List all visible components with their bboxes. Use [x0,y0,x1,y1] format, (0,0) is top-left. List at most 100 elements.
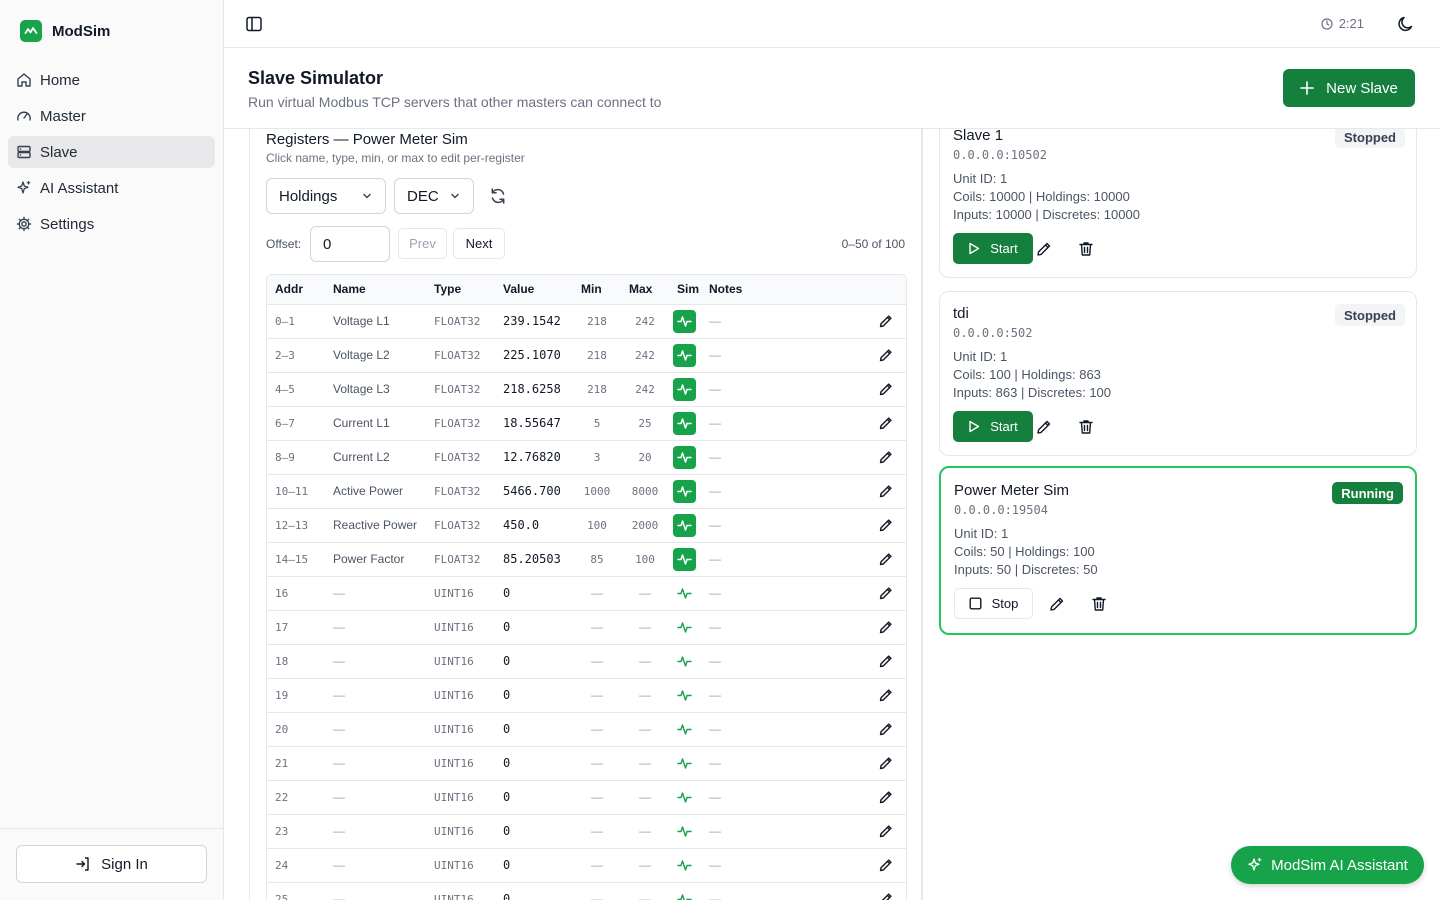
pencil-icon[interactable] [878,415,894,430]
cell-min[interactable]: — [573,711,621,746]
cell-min[interactable]: — [573,609,621,644]
cell-max[interactable]: — [621,779,669,814]
cell-min[interactable]: — [573,847,621,882]
cell-notes[interactable]: — [701,541,821,576]
cell-min[interactable]: 218 [573,303,621,338]
cell-value[interactable]: 0 [495,881,573,900]
cell-max[interactable]: 8000 [621,473,669,508]
cell-type[interactable]: FLOAT32 [426,371,495,406]
cell-type[interactable]: UINT16 [426,745,495,780]
cell-max[interactable]: — [621,575,669,610]
cell-name[interactable]: Active Power [325,473,426,508]
simulation-toggle-icon[interactable] [673,616,696,639]
cell-value[interactable]: 239.1542 [495,303,573,338]
pencil-icon[interactable] [878,755,894,770]
pencil-icon[interactable] [878,823,894,838]
cell-value[interactable]: 0 [495,779,573,814]
cell-value[interactable]: 218.6258 [495,371,573,406]
sidebar-item-settings[interactable]: Settings [8,208,215,240]
next-button[interactable]: Next [453,228,505,259]
trash-icon[interactable] [1077,240,1095,258]
cell-value[interactable]: 5466.700 [495,473,573,508]
simulation-toggle-icon[interactable] [673,718,696,741]
cell-type[interactable]: UINT16 [426,575,495,610]
simulation-toggle-icon[interactable] [673,343,696,367]
cell-name[interactable]: — [325,575,426,610]
sidebar-item-master[interactable]: Master [8,100,215,132]
cell-name[interactable]: — [325,813,426,848]
simulation-toggle-icon[interactable] [673,513,696,537]
cell-notes[interactable]: — [701,337,821,372]
cell-value[interactable]: 18.55647 [495,405,573,440]
cell-name[interactable]: Voltage L3 [325,371,426,406]
simulation-toggle-icon[interactable] [673,309,696,333]
cell-max[interactable]: — [621,847,669,882]
pencil-icon[interactable] [878,721,894,736]
cell-name[interactable]: — [325,711,426,746]
cell-notes[interactable]: — [701,813,821,848]
sidebar-toggle-icon[interactable] [244,14,264,34]
simulation-toggle-icon[interactable] [673,786,696,809]
trash-icon[interactable] [1090,595,1108,613]
pencil-icon[interactable] [878,517,894,532]
moon-icon[interactable] [1396,14,1416,34]
cell-name[interactable]: — [325,677,426,712]
slave-card[interactable]: Slave 1 0.0.0.0:10502 Stopped Unit ID: 1… [939,115,1417,278]
simulation-toggle-icon[interactable] [673,582,696,605]
slave-card[interactable]: tdi 0.0.0.0:502 Stopped Unit ID: 1 Coils… [939,291,1417,456]
cell-value[interactable]: 85.20503 [495,541,573,576]
cell-value[interactable]: 0 [495,575,573,610]
simulation-toggle-icon[interactable] [673,752,696,775]
pencil-icon[interactable] [878,619,894,634]
cell-type[interactable]: FLOAT32 [426,303,495,338]
simulation-toggle-icon[interactable] [673,854,696,877]
cell-name[interactable]: Reactive Power [325,507,426,542]
pencil-icon[interactable] [878,687,894,702]
sidebar-item-ai-assistant[interactable]: AI Assistant [8,172,215,204]
pencil-icon[interactable] [1048,595,1066,613]
pencil-icon[interactable] [878,381,894,396]
cell-min[interactable]: — [573,813,621,848]
simulation-toggle-icon[interactable] [673,377,696,401]
cell-max[interactable]: 20 [621,439,669,474]
cell-type[interactable]: UINT16 [426,881,495,900]
pencil-icon[interactable] [878,653,894,668]
pencil-icon[interactable] [878,585,894,600]
cell-value[interactable]: 0 [495,711,573,746]
cell-name[interactable]: — [325,881,426,900]
cell-notes[interactable]: — [701,677,821,712]
cell-notes[interactable]: — [701,711,821,746]
cell-type[interactable]: UINT16 [426,609,495,644]
brand[interactable]: ModSim [0,0,223,42]
cell-name[interactable]: Voltage L1 [325,303,426,338]
cell-value[interactable]: 225.1070 [495,337,573,372]
cell-max[interactable]: — [621,677,669,712]
pencil-icon[interactable] [1035,240,1053,258]
cell-min[interactable]: 218 [573,337,621,372]
offset-input[interactable] [310,226,390,262]
pencil-icon[interactable] [878,483,894,498]
cell-max[interactable]: 242 [621,337,669,372]
cell-min[interactable]: 5 [573,405,621,440]
simulation-toggle-icon[interactable] [673,411,696,435]
cell-type[interactable]: FLOAT32 [426,439,495,474]
cell-name[interactable]: Current L1 [325,405,426,440]
cell-max[interactable]: 2000 [621,507,669,542]
cell-name[interactable]: — [325,745,426,780]
cell-max[interactable]: — [621,643,669,678]
simulation-toggle-icon[interactable] [673,650,696,673]
cell-min[interactable]: — [573,643,621,678]
cell-notes[interactable]: — [701,575,821,610]
sign-in-button[interactable]: Sign In [16,845,207,883]
cell-notes[interactable]: — [701,745,821,780]
cell-notes[interactable]: — [701,609,821,644]
cell-type[interactable]: FLOAT32 [426,541,495,576]
cell-notes[interactable]: — [701,847,821,882]
ai-assistant-button[interactable]: ModSim AI Assistant [1231,846,1424,884]
cell-value[interactable]: 12.76820 [495,439,573,474]
cell-value[interactable]: 450.0 [495,507,573,542]
refresh-icon[interactable] [488,186,508,206]
cell-max[interactable]: — [621,609,669,644]
cell-value[interactable]: 0 [495,609,573,644]
cell-name[interactable]: Power Factor [325,541,426,576]
